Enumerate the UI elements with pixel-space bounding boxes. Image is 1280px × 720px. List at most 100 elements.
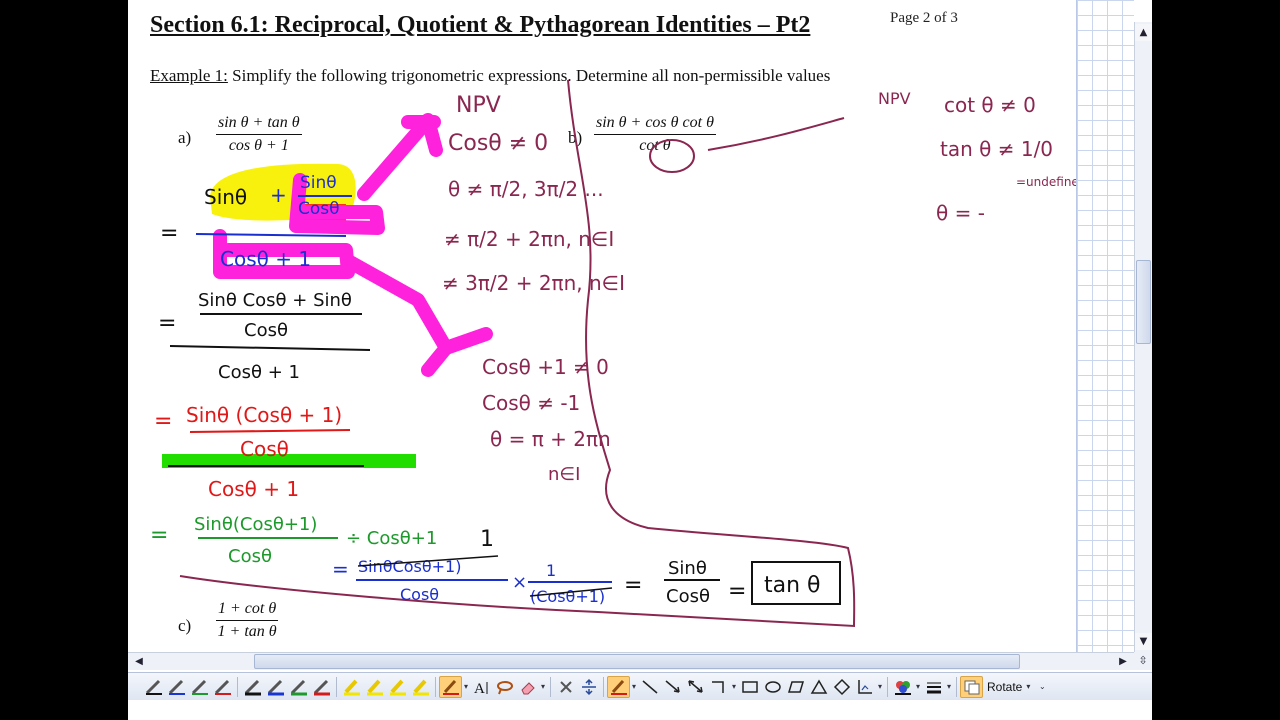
- eraser-icon[interactable]: [516, 676, 539, 698]
- shape-dropdown-icon[interactable]: ▾: [876, 682, 884, 691]
- document-page[interactable]: Section 6.1: Reciprocal, Quotient & Pyth…: [128, 0, 1076, 652]
- step-2: Sinθ Cosθ + Sinθ Cosθ Cosθ + 1 =: [158, 290, 371, 383]
- npv-cos-ne-neg1: Cosθ ≠ -1: [482, 391, 580, 415]
- svg-text:A: A: [474, 681, 485, 696]
- scroll-right-icon[interactable]: ▶: [1114, 653, 1132, 670]
- triangle-icon[interactable]: [807, 676, 830, 698]
- svg-text:=: =: [150, 523, 168, 548]
- grid-margin: [1076, 0, 1134, 652]
- toolbar-separator: [603, 676, 604, 697]
- axes-icon[interactable]: [853, 676, 876, 698]
- npv-label-b: NPV: [878, 89, 911, 108]
- npv-column-a: NPV Cosθ ≠ 0 θ ≠ π/2, 3π/2 ... ≠ π/2 + 2…: [442, 93, 625, 485]
- pen-red-thick-icon[interactable]: [310, 676, 333, 698]
- step-3: Sinθ (Cosθ + 1) Cosθ Cosθ + 1 =: [154, 403, 364, 501]
- highlighter-yellow-3-icon[interactable]: [386, 676, 409, 698]
- parallelogram-icon[interactable]: [784, 676, 807, 698]
- step-5-result: = Sinθ Cosθ = tan θ: [624, 558, 841, 607]
- pen-black-thick-icon[interactable]: [241, 676, 264, 698]
- npv-theta-eq: θ = -: [936, 201, 985, 225]
- step5-cancel-one: 1: [480, 527, 494, 552]
- npv-label-a: NPV: [456, 93, 501, 118]
- copy-page-icon[interactable]: [960, 675, 983, 698]
- lasso-icon[interactable]: [493, 676, 516, 698]
- ellipse-icon[interactable]: [761, 676, 784, 698]
- highlighter-yellow-4-icon[interactable]: [409, 676, 432, 698]
- npv-cot-ne-zero: cot θ ≠ 0: [944, 93, 1036, 117]
- shape-pen-icon[interactable]: [607, 675, 630, 698]
- shape-pen-dropdown-icon[interactable]: ▾: [630, 682, 638, 691]
- delete-icon[interactable]: [554, 676, 577, 698]
- step1-sin-right: Sinθ: [300, 173, 337, 193]
- step4-numerator: Sinθ(Cosθ+1): [194, 514, 317, 535]
- pen-selected-icon[interactable]: [439, 675, 462, 698]
- horizontal-scroll-thumb[interactable]: [254, 654, 1020, 669]
- highlighter-yellow-icon[interactable]: [340, 676, 363, 698]
- toolbar-overflow-icon[interactable]: ⌄: [1038, 682, 1046, 691]
- npv-cos-plus-one: Cosθ +1 ≠ 0: [482, 355, 609, 379]
- step4-denominator: Cosθ: [228, 546, 272, 567]
- text-icon[interactable]: A: [470, 676, 493, 698]
- npv-solution-1: ≠ π/2 + 2πn, n∈I: [444, 227, 614, 251]
- toolbar-separator: [887, 676, 888, 697]
- horizontal-scrollbar[interactable]: ◀ ▶: [128, 652, 1134, 670]
- pen-blue-thick-icon[interactable]: [264, 676, 287, 698]
- npv-solution-2: ≠ 3π/2 + 2πn, n∈I: [442, 271, 625, 295]
- step5-one: 1: [546, 561, 556, 580]
- eraser-dropdown-icon[interactable]: ▾: [539, 682, 547, 691]
- color-dropdown-icon[interactable]: ▾: [914, 682, 922, 691]
- color-palette-icon[interactable]: [891, 676, 914, 698]
- toolbar-separator: [956, 676, 957, 697]
- npv-theta-values: θ ≠ π/2, 3π/2 ...: [448, 177, 604, 201]
- pen-green-thick-icon[interactable]: [287, 676, 310, 698]
- step1-denominator: Cosθ + 1: [220, 247, 311, 271]
- step2-numerator: Sinθ Cosθ + Sinθ: [198, 290, 352, 311]
- arrow-icon[interactable]: [661, 676, 684, 698]
- scroll-left-icon[interactable]: ◀: [130, 653, 148, 670]
- step1-sin-left: Sinθ: [204, 185, 247, 209]
- svg-text:=: =: [154, 409, 172, 434]
- step5-cos: Cosθ: [666, 586, 710, 607]
- rotate-dropdown-icon[interactable]: ▾: [1024, 682, 1032, 691]
- double-arrow-icon[interactable]: [684, 676, 707, 698]
- npv-cos-ne-zero: Cosθ ≠ 0: [448, 131, 548, 156]
- rectangle-icon[interactable]: [738, 676, 761, 698]
- toolbar-separator: [336, 676, 337, 697]
- elbow-line-icon[interactable]: [707, 676, 730, 698]
- line-weight-dropdown-icon[interactable]: ▾: [945, 682, 953, 691]
- svg-text:×: ×: [512, 572, 527, 593]
- step1-cos-right: Cosθ: [298, 199, 340, 219]
- toolbar-separator: [435, 676, 436, 697]
- step3-numerator: Sinθ (Cosθ + 1): [186, 403, 342, 427]
- page-width-icon[interactable]: ⇳: [1134, 652, 1152, 670]
- pen-black-icon[interactable]: [142, 676, 165, 698]
- scroll-down-icon[interactable]: ▼: [1135, 633, 1152, 650]
- insert-space-icon[interactable]: [577, 676, 600, 698]
- step3-denominator: Cosθ + 1: [208, 477, 299, 501]
- svg-text:=: =: [158, 311, 176, 336]
- pen-blue-icon[interactable]: [165, 676, 188, 698]
- line-dropdown-icon[interactable]: ▾: [730, 682, 738, 691]
- svg-text:=: =: [728, 579, 746, 604]
- highlighter-yellow-2-icon[interactable]: [363, 676, 386, 698]
- pen-red-icon[interactable]: [211, 676, 234, 698]
- svg-text:=: =: [624, 573, 642, 598]
- toolbar-separator: [550, 676, 551, 697]
- diamond-icon[interactable]: [830, 676, 853, 698]
- scroll-up-icon[interactable]: ▲: [1135, 24, 1152, 41]
- step4-divide: ÷ Cosθ+1: [346, 528, 437, 549]
- vertical-scrollbar[interactable]: ▲ ▼: [1134, 22, 1152, 652]
- rotate-button[interactable]: Rotate: [983, 680, 1024, 694]
- svg-text:=: =: [332, 557, 349, 581]
- vertical-scroll-thumb[interactable]: [1136, 260, 1151, 344]
- line-icon[interactable]: [638, 676, 661, 698]
- journal-window: Section 6.1: Reciprocal, Quotient & Pyth…: [128, 0, 1152, 720]
- pen-dropdown-icon[interactable]: ▾: [462, 682, 470, 691]
- npv-theta-pi: θ = π + 2πn: [490, 427, 611, 451]
- line-weight-icon[interactable]: [922, 676, 945, 698]
- step2-denominator: Cosθ + 1: [218, 362, 300, 383]
- svg-text:=: =: [160, 221, 178, 246]
- step1-plus: +: [270, 183, 287, 207]
- ink-layer[interactable]: NPV Cosθ ≠ 0 θ ≠ π/2, 3π/2 ... ≠ π/2 + 2…: [128, 0, 1076, 652]
- pen-green-icon[interactable]: [188, 676, 211, 698]
